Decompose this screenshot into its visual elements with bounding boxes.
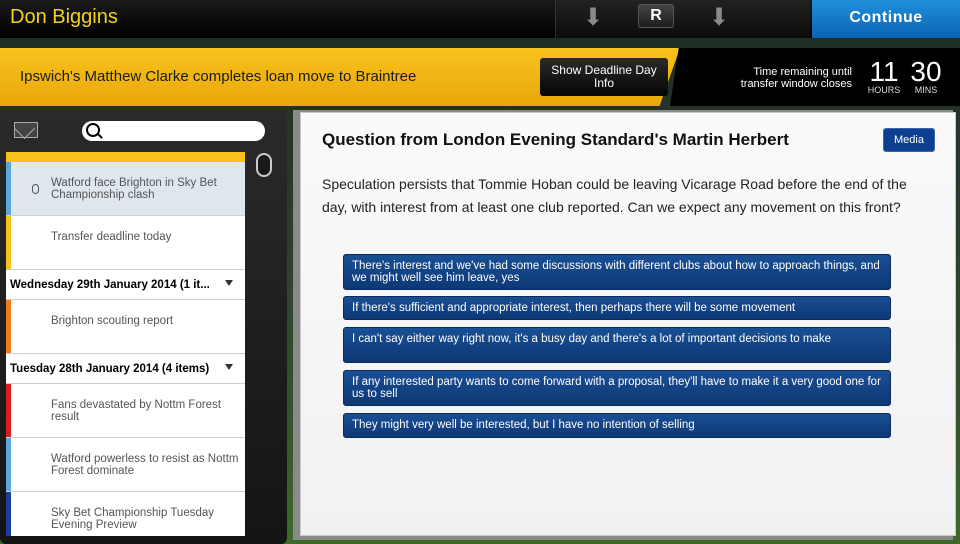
date-group-label: Tuesday 28th January 2014 (4 items)	[10, 363, 210, 375]
response-option[interactable]: If any interested party wants to come fo…	[343, 370, 891, 406]
list-top-stripe	[6, 152, 245, 162]
inbox-item-text: Sky Bet Championship Tuesday Evening Pre…	[51, 507, 215, 531]
item-accent	[6, 300, 11, 353]
item-accent	[6, 384, 11, 437]
item-accent	[6, 216, 11, 269]
envelope-icon[interactable]	[14, 122, 38, 138]
date-group-header[interactable]: Tuesday 28th January 2014 (4 items)	[6, 354, 245, 384]
question-title: Question from London Evening Standard's …	[322, 130, 789, 149]
scrollbar-thumb[interactable]	[256, 153, 272, 177]
timer-hours-unit: HOURS	[867, 85, 901, 95]
chevron-down-icon	[225, 364, 233, 370]
search-icon	[86, 123, 100, 137]
question-body: Speculation persists that Tommie Hoban c…	[322, 176, 907, 215]
timer-caption: Time remaining until transfer window clo…	[740, 66, 852, 90]
inbox-item[interactable]: Sky Bet Championship Tuesday Evening Pre…	[6, 492, 245, 536]
inbox-item[interactable]: Watford face Brighton in Sky Bet Champio…	[6, 162, 245, 216]
question-panel: Question from London Evening Standard's …	[300, 112, 956, 536]
response-option[interactable]: If there's sufficient and appropriate in…	[343, 296, 891, 320]
nav-cluster: ⬇ R ⬇	[555, 0, 810, 38]
item-accent	[6, 438, 11, 491]
inbox-item[interactable]: Transfer deadline today	[6, 216, 245, 270]
inbox-item[interactable]: Fans devastated by Nottm Forest result	[6, 384, 245, 438]
item-accent	[6, 492, 11, 536]
news-headline[interactable]: Ipswich's Matthew Clarke completes loan …	[20, 68, 416, 85]
inbox-item[interactable]: Watford powerless to resist as Nottm For…	[6, 438, 245, 492]
inbox-item-text: Watford face Brighton in Sky Bet Champio…	[51, 177, 217, 201]
inbox-item-text: Brighton scouting report	[51, 315, 174, 327]
manager-name[interactable]: Don Biggins	[10, 6, 118, 29]
search-input[interactable]	[82, 121, 265, 141]
top-bar: Don Biggins ⬇ R ⬇ Continue	[0, 0, 960, 38]
show-deadline-day-info-button[interactable]: Show Deadline Day Info	[540, 58, 668, 96]
response-option[interactable]: I can't say either way right now, it's a…	[343, 327, 891, 363]
timer-hours: 11	[869, 56, 899, 87]
paperclip-icon	[32, 184, 39, 194]
inbox-item-text: Watford powerless to resist as Nottm For…	[51, 453, 239, 477]
date-group-header[interactable]: Wednesday 29th January 2014 (1 it...	[6, 270, 245, 300]
item-accent	[6, 162, 11, 215]
date-group-label: Wednesday 29th January 2014 (1 it...	[10, 279, 210, 291]
inbox-item-text: Transfer deadline today	[51, 231, 172, 243]
timer-mins: 30	[910, 56, 942, 87]
response-option[interactable]: There's interest and we've had some disc…	[343, 254, 891, 290]
down-arrow-icon[interactable]: ⬇	[704, 4, 734, 32]
media-badge[interactable]: Media	[883, 128, 935, 152]
chevron-down-icon	[225, 280, 233, 286]
r-button[interactable]: R	[638, 4, 674, 28]
continue-button[interactable]: Continue	[812, 0, 960, 38]
down-arrow-icon[interactable]: ⬇	[578, 4, 608, 32]
response-option[interactable]: They might very well be interested, but …	[343, 413, 891, 438]
inbox-item-text: Fans devastated by Nottm Forest result	[51, 399, 222, 423]
inbox-list: Watford face Brighton in Sky Bet Champio…	[6, 152, 245, 536]
inbox-item[interactable]: Brighton scouting report	[6, 300, 245, 354]
timer-mins-unit: MINS	[914, 85, 938, 95]
